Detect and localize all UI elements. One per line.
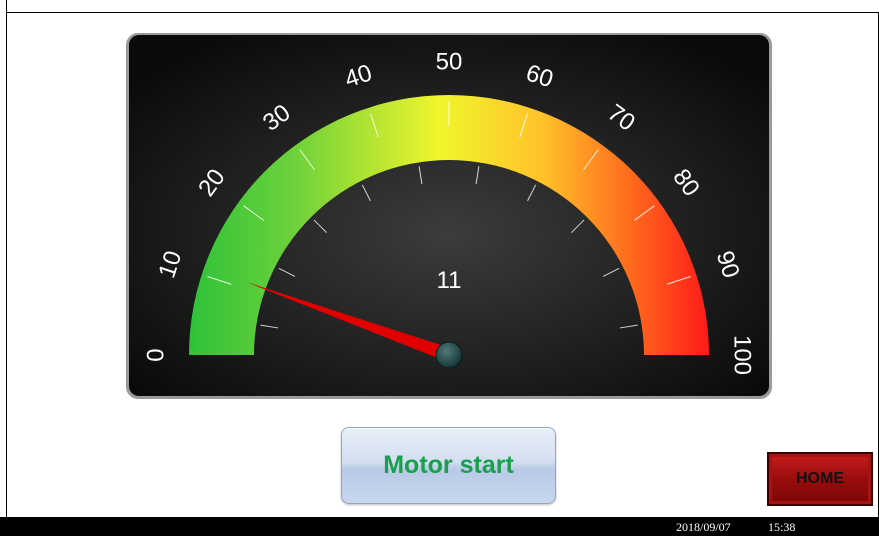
motor-start-button[interactable]: Motor start bbox=[341, 427, 556, 504]
gauge-graphic: 010203040 50 60708090100 11 bbox=[126, 33, 772, 399]
home-button-label: HOME bbox=[796, 470, 844, 487]
screen-frame-left bbox=[0, 0, 7, 517]
home-button[interactable]: HOME bbox=[767, 452, 873, 506]
status-time: 15:38 bbox=[768, 520, 796, 534]
speed-gauge: 0 10 20 30 40 50 60 70 80 90 100 11 bbox=[124, 31, 774, 401]
gauge-scale-label: 100 bbox=[729, 335, 756, 375]
gauge-value-readout: 11 bbox=[437, 267, 462, 294]
status-bar bbox=[0, 517, 879, 536]
gauge-needle-hub bbox=[435, 341, 463, 369]
screen-frame-top bbox=[0, 12, 879, 13]
hmi-screen: 0 10 20 30 40 50 60 70 80 90 100 11 Motor start HO… bbox=[0, 0, 879, 536]
motor-start-label: Motor start bbox=[383, 451, 514, 479]
status-date: 2018/09/07 bbox=[676, 520, 731, 534]
gauge-scale-label: 0 bbox=[143, 348, 170, 361]
gauge-scale-label: 50 bbox=[436, 49, 463, 76]
